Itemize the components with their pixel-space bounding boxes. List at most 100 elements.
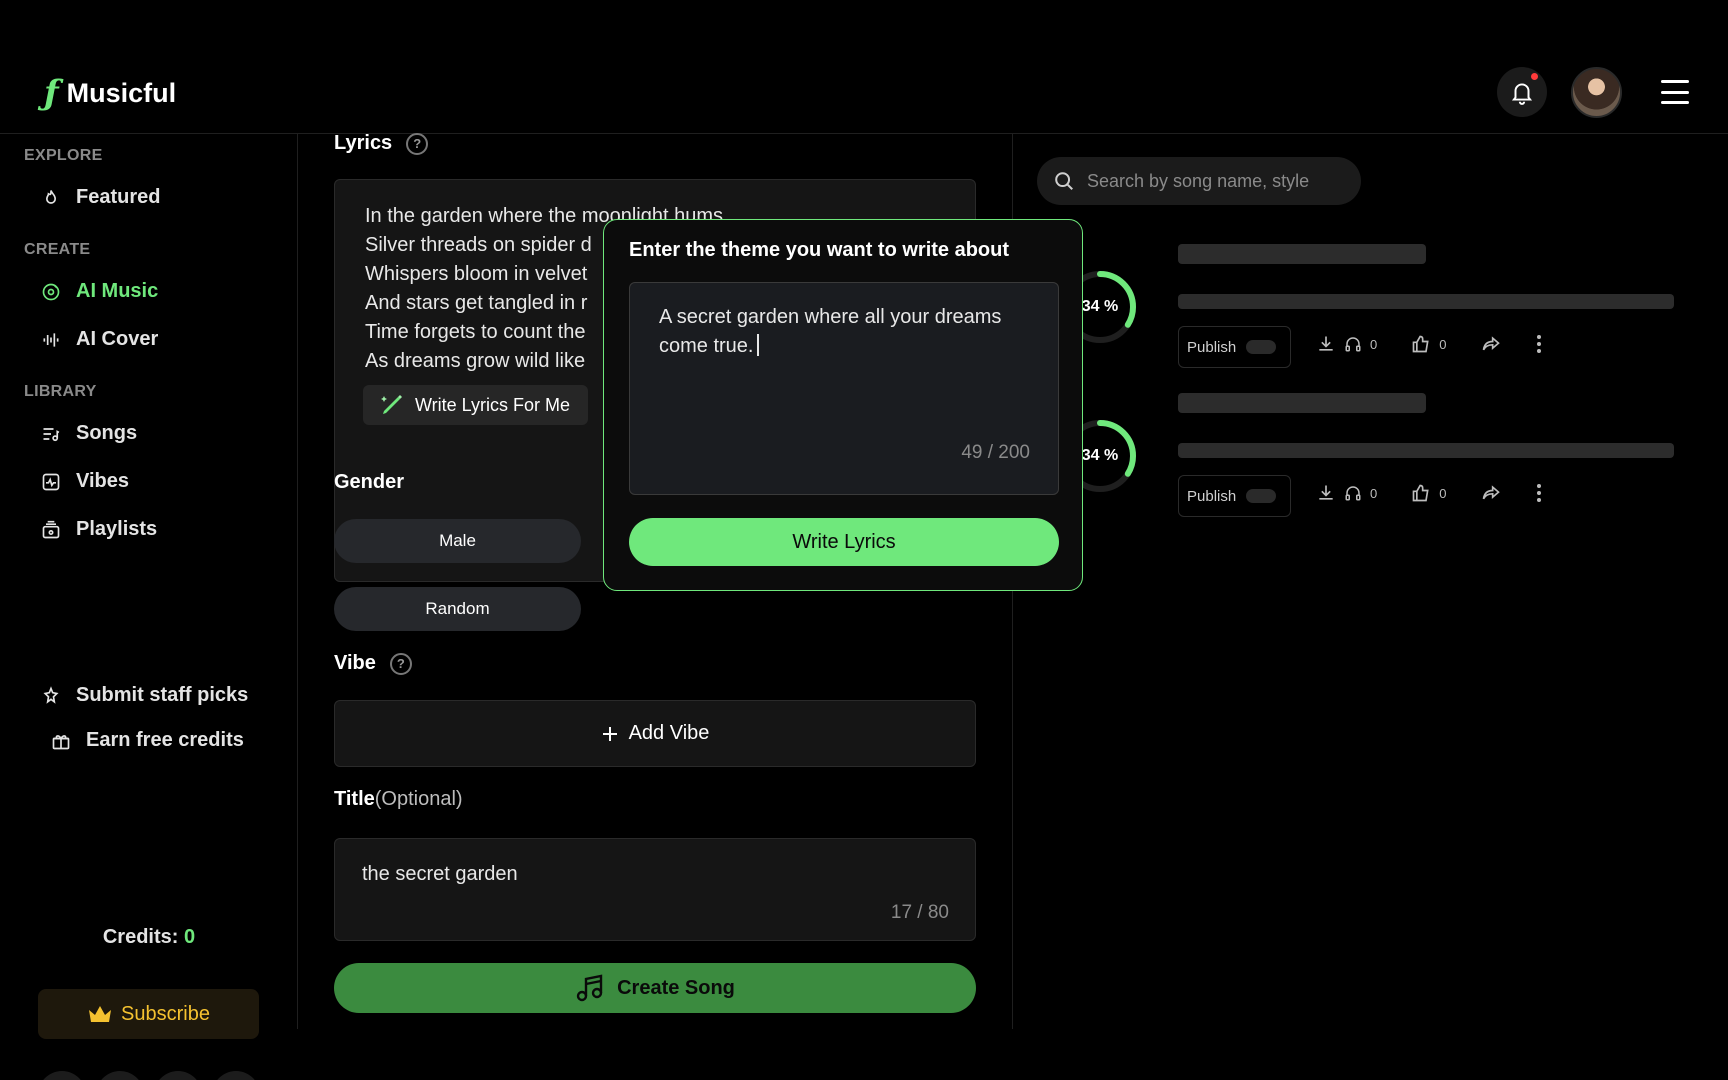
search-placeholder: Search by song name, style xyxy=(1087,170,1310,191)
toggle-switch[interactable] xyxy=(1246,489,1277,503)
listen-count: 0 xyxy=(1370,336,1378,352)
sidebar-item-featured[interactable]: Featured xyxy=(40,186,160,209)
popup-title: Enter the theme you want to write about xyxy=(629,239,1010,261)
share-icon[interactable] xyxy=(1480,334,1502,354)
write-lyrics-for-me-label: Write Lyrics For Me xyxy=(415,394,571,415)
title-placeholder xyxy=(1178,393,1426,413)
flame-icon xyxy=(40,187,62,209)
thumbs-up-icon[interactable] xyxy=(1411,483,1431,503)
theme-char-count: 49 / 200 xyxy=(961,442,1030,463)
song-search-input[interactable]: Search by song name, style xyxy=(1037,157,1361,205)
sidebar-item-vibes[interactable]: Vibes xyxy=(40,470,129,493)
title-input[interactable]: the secret garden 17 / 80 xyxy=(334,838,976,941)
publish-toggle[interactable]: Publish xyxy=(1178,326,1291,368)
sidebar-item-label: Vibes xyxy=(76,470,129,492)
sidebar-item-ai-music[interactable]: AI Music xyxy=(40,280,158,303)
sidebar-item-songs[interactable]: Songs xyxy=(40,422,137,445)
subtitle-placeholder xyxy=(1178,443,1674,458)
write-lyrics-button[interactable]: Write Lyrics xyxy=(629,518,1059,566)
download-icon[interactable] xyxy=(1316,334,1336,354)
notification-dot xyxy=(1531,73,1538,80)
earn-free-credits-link[interactable]: Earn free credits xyxy=(50,729,244,752)
user-avatar[interactable] xyxy=(1571,67,1622,118)
credits-label: Credits: xyxy=(102,926,179,948)
like-count: 0 xyxy=(1439,485,1447,501)
subscribe-button[interactable]: Subscribe xyxy=(38,989,259,1039)
toggle-switch[interactable] xyxy=(1246,340,1277,354)
waveform-icon xyxy=(40,329,62,351)
like-count: 0 xyxy=(1439,336,1447,352)
create-song-button[interactable]: Create Song xyxy=(334,963,976,1013)
sidebar-item-ai-cover[interactable]: AI Cover xyxy=(40,328,158,351)
gender-option-random[interactable]: Random xyxy=(334,587,581,631)
credits-display: Credits: 0 xyxy=(0,926,298,949)
magic-pencil-icon xyxy=(381,395,402,414)
section-explore: EXPLORE xyxy=(24,147,103,164)
lyrics-label: Lyrics xyxy=(334,132,393,154)
create-song-label: Create Song xyxy=(617,976,735,999)
title-placeholder xyxy=(1178,244,1426,264)
sidebar-item-label: Featured xyxy=(76,186,161,208)
section-library: LIBRARY xyxy=(24,383,97,400)
submit-staff-picks-link[interactable]: Submit staff picks xyxy=(40,684,248,707)
song-list-icon xyxy=(40,423,62,445)
text-caret xyxy=(757,334,759,356)
gender-label: Gender xyxy=(334,471,405,493)
song-actions: 0 0 xyxy=(1316,334,1542,354)
music-notes-icon xyxy=(576,974,603,1002)
crown-icon xyxy=(89,1006,112,1022)
app-logo[interactable]: ƒ Musicful xyxy=(44,76,176,110)
playlist-icon xyxy=(40,519,62,541)
musicful-logo-icon: ƒ xyxy=(44,73,59,113)
vibes-icon xyxy=(40,471,62,493)
theme-textarea[interactable]: A secret garden where all your dreams co… xyxy=(629,282,1059,495)
tiktok-link[interactable] xyxy=(96,1071,144,1080)
sparkle-badge-icon xyxy=(40,685,62,707)
gift-icon xyxy=(50,730,72,752)
discord-link[interactable] xyxy=(154,1071,202,1080)
subscribe-label: Subscribe xyxy=(121,1002,210,1025)
top-header: ƒ Musicful xyxy=(0,0,1728,134)
listen-count: 0 xyxy=(1370,485,1378,501)
publish-label: Publish xyxy=(1187,338,1237,356)
sidebar-item-playlists[interactable]: Playlists xyxy=(40,518,157,541)
x-link[interactable] xyxy=(212,1071,260,1080)
bell-icon xyxy=(1511,83,1533,105)
title-label: Title xyxy=(334,788,375,810)
section-create: CREATE xyxy=(24,241,91,258)
title-label-row: Title(Optional) xyxy=(334,788,463,811)
share-icon[interactable] xyxy=(1480,483,1502,503)
download-icon[interactable] xyxy=(1316,483,1336,503)
search-icon xyxy=(1055,172,1073,190)
lyrics-label-row: Lyrics ? xyxy=(334,132,429,155)
thumbs-up-icon[interactable] xyxy=(1411,334,1431,354)
help-icon[interactable]: ? xyxy=(389,652,412,675)
credits-value: 0 xyxy=(184,926,196,948)
notifications-button[interactable] xyxy=(1497,67,1547,117)
plus-icon xyxy=(602,726,617,741)
submit-staff-picks-label: Submit staff picks xyxy=(76,684,249,706)
sidebar-item-label: Songs xyxy=(76,422,138,444)
headphones-icon xyxy=(1345,486,1361,501)
hamburger-menu-button[interactable] xyxy=(1661,80,1689,104)
write-lyrics-for-me-button[interactable]: Write Lyrics For Me xyxy=(363,385,589,425)
more-options-icon[interactable] xyxy=(1536,483,1542,503)
music-disc-icon xyxy=(40,281,62,303)
publish-toggle[interactable]: Publish xyxy=(1178,475,1291,517)
sidebar: EXPLORE Featured CREATE AI Music AI Cove… xyxy=(0,134,298,1080)
gender-option-male[interactable]: Male xyxy=(334,519,581,563)
social-links xyxy=(38,1071,260,1080)
song-card[interactable]: 34 % Publish 0 0 xyxy=(1060,393,1680,533)
theme-text: A secret garden where all your dreams co… xyxy=(659,306,1002,357)
earn-free-credits-label: Earn free credits xyxy=(86,729,244,751)
help-icon[interactable]: ? xyxy=(406,132,429,155)
vibe-label: Vibe xyxy=(334,652,376,674)
sidebar-item-label: Playlists xyxy=(76,518,158,540)
subtitle-placeholder xyxy=(1178,294,1674,309)
vibe-label-row: Vibe ? xyxy=(334,652,412,675)
add-vibe-button[interactable]: Add Vibe xyxy=(334,700,976,767)
youtube-link[interactable] xyxy=(38,1071,86,1080)
song-card[interactable]: 34 % Publish 0 0 xyxy=(1060,244,1680,384)
title-char-count: 17 / 80 xyxy=(890,902,949,923)
more-options-icon[interactable] xyxy=(1536,334,1542,354)
